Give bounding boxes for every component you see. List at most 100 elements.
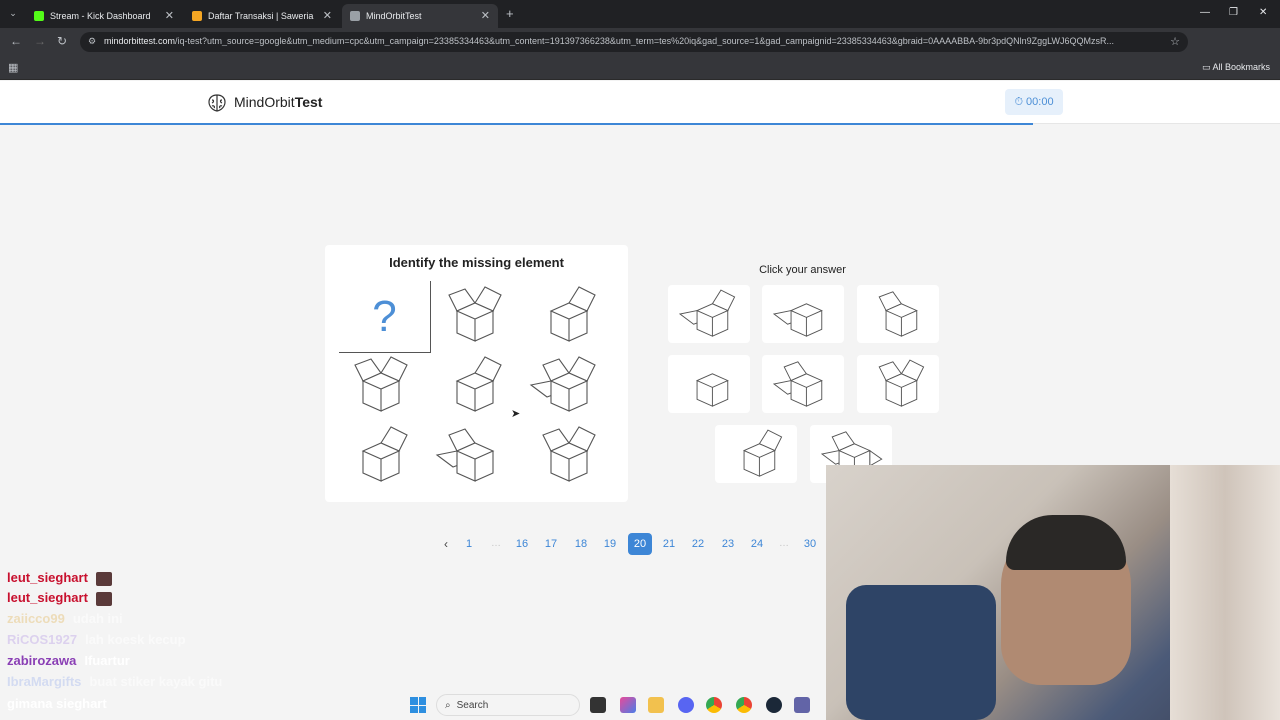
matrix-cell-cube <box>333 351 421 419</box>
stream-chat-overlay: leut_sieghart leut_sieghart zaiicco99 udah … <box>0 570 300 720</box>
chat-username: gimana sieghart <box>7 696 107 711</box>
page-button[interactable]: 16 <box>510 533 534 555</box>
file-explorer-icon[interactable] <box>648 697 664 713</box>
chat-text: Ifuartur <box>84 653 130 668</box>
clothes-pile <box>846 585 996 720</box>
page-button[interactable]: 24 <box>745 533 769 555</box>
chat-message: leut_sieghart <box>7 590 112 606</box>
chat-text: lah koesk kecup <box>85 632 186 647</box>
tab-title: MindOrbitTest <box>366 11 422 21</box>
minimize-icon[interactable]: — <box>1200 7 1210 18</box>
url-host: mindorbittest.com <box>104 36 176 46</box>
reload-icon[interactable]: ↻ <box>57 34 67 48</box>
page-button[interactable]: 19 <box>598 533 622 555</box>
chat-message: zabirozawa Ifuartur <box>7 653 130 668</box>
address-toolbar: ← → ↻ ⚙ mindorbittest.com/iq-test?utm_so… <box>0 28 1280 76</box>
chrome-profile-icon[interactable] <box>736 697 752 713</box>
chat-emote-icon <box>95 591 112 606</box>
prev-page-chevron-icon[interactable]: ‹ <box>434 533 458 555</box>
tab-title: Stream - Kick Dashboard <box>50 11 151 21</box>
saweria-favicon-icon <box>192 11 202 21</box>
tab-kick-dashboard[interactable]: Stream - Kick Dashboard ✕ <box>26 4 182 28</box>
page-button[interactable]: 20 <box>628 533 652 555</box>
question-card: Identify the missing element ? <box>325 245 628 502</box>
tab-mindorbittest[interactable]: MindOrbitTest ✕ <box>342 4 498 28</box>
chat-message: RiCOS1927 lah koesk kecup <box>7 632 186 647</box>
missing-cell: ? <box>339 281 431 353</box>
close-icon[interactable]: ✕ <box>165 9 174 22</box>
bookmark-star-icon[interactable]: ☆ <box>1170 35 1180 48</box>
answer-option[interactable] <box>857 355 939 413</box>
page-button[interactable]: 22 <box>686 533 710 555</box>
copilot-icon[interactable] <box>620 697 636 713</box>
omnibox[interactable]: ⚙ mindorbittest.com/iq-test?utm_source=g… <box>80 32 1188 52</box>
chat-text: buat stiker kayak gitu <box>89 674 223 689</box>
kick-favicon-icon <box>34 11 44 21</box>
restore-icon[interactable]: ❐ <box>1229 7 1238 18</box>
brain-logo-icon <box>208 94 226 112</box>
chat-message: zaiicco99 udah ini <box>7 611 123 626</box>
answer-option[interactable] <box>715 425 797 483</box>
timer-value: 00:00 <box>1026 96 1054 108</box>
all-bookmarks-label: All Bookmarks <box>1212 62 1270 72</box>
answer-option[interactable] <box>762 285 844 343</box>
windows-start-icon[interactable] <box>410 697 426 713</box>
chat-username: zabirozawa <box>7 653 77 668</box>
page-button[interactable]: 23 <box>716 533 740 555</box>
chrome-icon[interactable] <box>706 697 722 713</box>
answer-option[interactable] <box>668 355 750 413</box>
url-path: /iq-test?utm_source=google&utm_medium=cp… <box>175 36 1114 46</box>
tab-search-chevron-icon[interactable]: ⌄ <box>6 6 20 20</box>
question-mark: ? <box>372 291 397 341</box>
pagination-ellipsis: … <box>779 538 789 549</box>
page-button[interactable]: 21 <box>657 533 681 555</box>
answer-option[interactable] <box>668 285 750 343</box>
matrix-cell-cube <box>427 421 515 489</box>
tab-saweria[interactable]: Daftar Transaksi | Saweria ✕ <box>184 4 340 28</box>
page-button[interactable]: 1 <box>457 533 481 555</box>
teams-icon[interactable] <box>794 697 810 713</box>
steam-icon[interactable] <box>766 697 782 713</box>
site-info-icon[interactable]: ⚙ <box>88 36 98 46</box>
matrix-cell-cube <box>427 351 515 419</box>
chat-username: IbraMargifts <box>7 674 82 689</box>
matrix-cell-cube <box>333 421 421 489</box>
chat-username: zaiicco99 <box>7 611 65 626</box>
page-button[interactable]: 17 <box>539 533 563 555</box>
page-button[interactable]: 18 <box>569 533 593 555</box>
apps-grid-icon[interactable]: ▦ <box>8 61 18 74</box>
discord-icon[interactable] <box>678 697 694 713</box>
page-button[interactable]: 30 <box>798 533 822 555</box>
close-icon[interactable]: ✕ <box>481 9 490 22</box>
matrix-cell-cube <box>521 421 609 489</box>
window-close-icon[interactable]: ✕ <box>1259 7 1267 18</box>
bookmarks-bar: ▦ ▭ All Bookmarks <box>0 56 1280 80</box>
chat-emote-icon <box>95 571 112 586</box>
question-title: Identify the missing element <box>389 255 564 270</box>
test-progress-bar <box>0 123 1033 125</box>
back-arrow-icon[interactable]: ← <box>10 34 22 48</box>
browser-tab-strip: ⌄ Stream - Kick Dashboard ✕ Daftar Trans… <box>0 0 1280 28</box>
chat-text: udah ini <box>72 611 123 626</box>
chat-message: leut_sieghart <box>7 570 112 586</box>
task-view-icon[interactable] <box>590 697 606 713</box>
brand-bold-text: Test <box>294 94 323 110</box>
answer-header: Click your answer <box>759 264 846 276</box>
url-text[interactable]: mindorbittest.com/iq-test?utm_source=goo… <box>104 36 1164 46</box>
taskbar-search[interactable]: ⌕ Search <box>436 694 580 716</box>
answer-option[interactable] <box>857 285 939 343</box>
answer-option[interactable] <box>762 355 844 413</box>
brand-logo[interactable]: MindOrbitTest <box>234 94 322 110</box>
mindorbit-favicon-icon <box>350 11 360 21</box>
tab-title: Daftar Transaksi | Saweria <box>208 11 314 21</box>
new-tab-plus-icon[interactable]: + <box>506 6 514 21</box>
all-bookmarks-button[interactable]: ▭ All Bookmarks <box>1202 62 1270 73</box>
forward-arrow-icon[interactable]: → <box>34 34 46 48</box>
streamer-hair <box>1006 515 1126 570</box>
chat-message: IbraMargifts buat stiker kayak gitu <box>7 674 222 689</box>
brand-light-text: MindOrbit <box>234 94 295 110</box>
close-icon[interactable]: ✕ <box>323 9 332 22</box>
chat-username: leut_sieghart <box>7 590 88 605</box>
timer-badge: ⏱ 00:00 <box>1005 89 1063 115</box>
chat-username: RiCOS1927 <box>7 632 78 647</box>
